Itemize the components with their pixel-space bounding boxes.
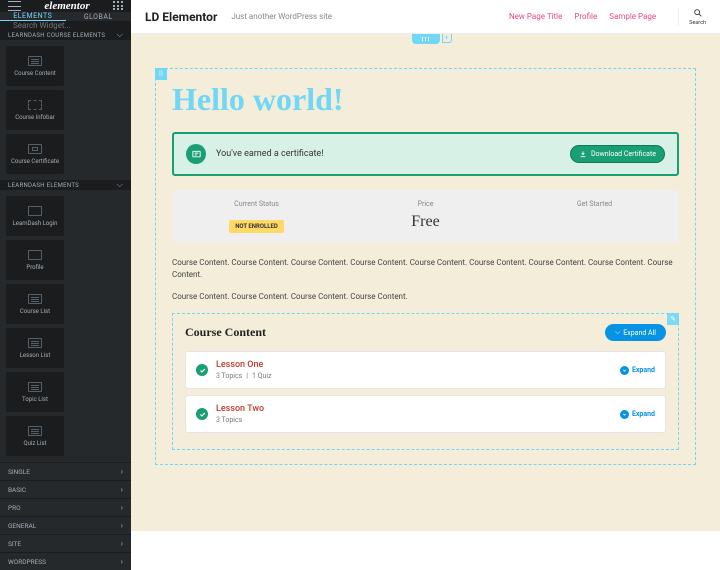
lesson-body: Lesson Two 3 Topics	[216, 404, 612, 424]
edit-widget-icon[interactable]: ✎	[667, 313, 679, 325]
nav-link[interactable]: New Page Title	[509, 12, 562, 21]
info-get-started: Get Started	[510, 200, 679, 233]
lesson-body: Lesson One 3 Topics|1 Quiz	[216, 360, 612, 380]
header-search[interactable]: Search	[678, 8, 706, 26]
complete-check-icon	[196, 364, 208, 376]
widget-profile[interactable]: Profile	[6, 240, 64, 280]
course-infobar: Current Status NOT ENROLLED Price Free G…	[172, 190, 679, 243]
category-wordpress[interactable]: WORDPRESS›	[0, 552, 131, 570]
chevron-right-icon: ›	[121, 521, 123, 530]
widget-search	[0, 21, 131, 30]
expand-all-button[interactable]: ⌵Expand All	[605, 324, 666, 341]
apps-icon[interactable]	[113, 1, 123, 11]
search-icon	[693, 8, 703, 18]
chevron-right-icon: ›	[121, 539, 123, 548]
widget-icon	[28, 338, 42, 348]
add-section-icon[interactable]: +	[442, 34, 452, 43]
status-badge: NOT ENROLLED	[229, 220, 284, 233]
lesson-meta: 3 Topics|1 Quiz	[216, 372, 612, 380]
certificate-banner: You've earned a certificate! Download Ce…	[172, 132, 679, 176]
category-general[interactable]: GENERAL›	[0, 516, 131, 534]
menu-icon[interactable]	[8, 1, 21, 11]
editor-section: ⠿ Hello world! You've earned a certifica…	[155, 68, 696, 465]
lesson-meta: 3 Topics	[216, 416, 612, 424]
site-header: LD Elementor Just another WordPress site…	[131, 0, 720, 34]
course-content-header: Course Content ⌵Expand All	[185, 324, 666, 341]
elementor-logo: elementor	[44, 0, 89, 12]
site-tagline: Just another WordPress site	[231, 12, 332, 21]
category-learndash-course[interactable]: LEARNDASH COURSE ELEMENTS⌵	[0, 30, 131, 40]
widget-icon	[28, 426, 42, 436]
chevron-right-icon: ›	[121, 467, 123, 476]
info-price: Price Free	[341, 200, 510, 233]
chevron-down-icon	[620, 366, 629, 375]
nav-link[interactable]: Profile	[574, 12, 597, 21]
certificate-icon	[186, 144, 206, 164]
widget-icon	[28, 100, 42, 110]
sidebar-header: elementor	[0, 0, 131, 12]
download-icon	[579, 150, 587, 158]
chevron-right-icon: ›	[121, 485, 123, 494]
search-input[interactable]	[13, 21, 123, 30]
section-handle[interactable]: +	[412, 34, 440, 44]
widget-course-infobar[interactable]: Course Infobar	[6, 90, 64, 130]
panel-tabs: ELEMENTS GLOBAL	[0, 12, 131, 21]
widget-icon	[28, 294, 42, 304]
certificate-message: You've earned a certificate!	[216, 149, 560, 159]
preview-area: LD Elementor Just another WordPress site…	[131, 0, 720, 531]
widget-icon	[28, 382, 42, 392]
course-description: Course Content. Course Content. Course C…	[172, 257, 679, 281]
chevron-down-icon: ⌵	[117, 180, 123, 190]
chevron-down-icon: ⌵	[117, 30, 123, 40]
widget-topic-list[interactable]: Topic List	[6, 372, 64, 412]
course-content-title: Course Content	[185, 325, 266, 340]
category-single[interactable]: SINGLE›	[0, 462, 131, 480]
site-title: LD Elementor	[145, 10, 217, 24]
tab-elements[interactable]: ELEMENTS	[0, 12, 66, 21]
complete-check-icon	[196, 408, 208, 420]
chevron-right-icon: ›	[121, 557, 123, 566]
widget-course-content[interactable]: Course Content	[6, 46, 64, 86]
category-site[interactable]: SITE›	[0, 534, 131, 552]
widget-quiz-list[interactable]: Quiz List	[6, 416, 64, 456]
chevron-down-icon: ⌵	[615, 328, 620, 337]
widgets-group-1: Course Content Course Infobar Course Cer…	[0, 40, 131, 180]
widget-icon	[28, 56, 42, 66]
tab-global[interactable]: GLOBAL	[66, 12, 132, 21]
category-basic[interactable]: BASIC›	[0, 480, 131, 498]
course-description: Course Content. Course Content. Course C…	[172, 291, 679, 303]
widget-icon	[28, 206, 42, 216]
category-learndash-elements[interactable]: LEARNDASH ELEMENTS⌵	[0, 180, 131, 190]
download-certificate-button[interactable]: Download Certificate	[570, 145, 665, 163]
page-title: Hello world!	[172, 81, 679, 118]
widget-course-list[interactable]: Course List	[6, 284, 64, 324]
elementor-sidebar: elementor ELEMENTS GLOBAL LEARNDASH COUR…	[0, 0, 131, 531]
lesson-name[interactable]: Lesson One	[216, 360, 612, 370]
expand-lesson-button[interactable]: Expand	[620, 410, 655, 419]
widget-lesson-list[interactable]: Lesson List	[6, 328, 64, 368]
lesson-row[interactable]: Lesson Two 3 Topics Expand	[185, 395, 666, 433]
info-status: Current Status NOT ENROLLED	[172, 200, 341, 233]
course-content-widget: ✎ Course Content ⌵Expand All Lesson One …	[172, 313, 679, 450]
widget-learndash-login[interactable]: LearnDash Login	[6, 196, 64, 236]
chevron-right-icon: ›	[121, 503, 123, 512]
widget-icon	[28, 250, 42, 260]
lesson-row[interactable]: Lesson One 3 Topics|1 Quiz Expand	[185, 351, 666, 389]
widget-icon	[28, 144, 42, 154]
category-list: SINGLE› BASIC› PRO› GENERAL› SITE› WORDP…	[0, 462, 131, 570]
category-pro[interactable]: PRO›	[0, 498, 131, 516]
nav-link[interactable]: Sample Page	[609, 12, 656, 21]
lesson-name[interactable]: Lesson Two	[216, 404, 612, 414]
primary-nav: New Page Title Profile Sample Page	[509, 12, 656, 21]
chevron-down-icon	[620, 410, 629, 419]
expand-lesson-button[interactable]: Expand	[620, 366, 655, 375]
widgets-group-2: LearnDash Login Profile Course List Less…	[0, 190, 131, 462]
page-content: + ⠿ Hello world! You've earned a certifi…	[131, 34, 720, 531]
edit-section-icon[interactable]: ⠿	[155, 68, 167, 80]
widget-course-certificate[interactable]: Course Certificate	[6, 134, 64, 174]
